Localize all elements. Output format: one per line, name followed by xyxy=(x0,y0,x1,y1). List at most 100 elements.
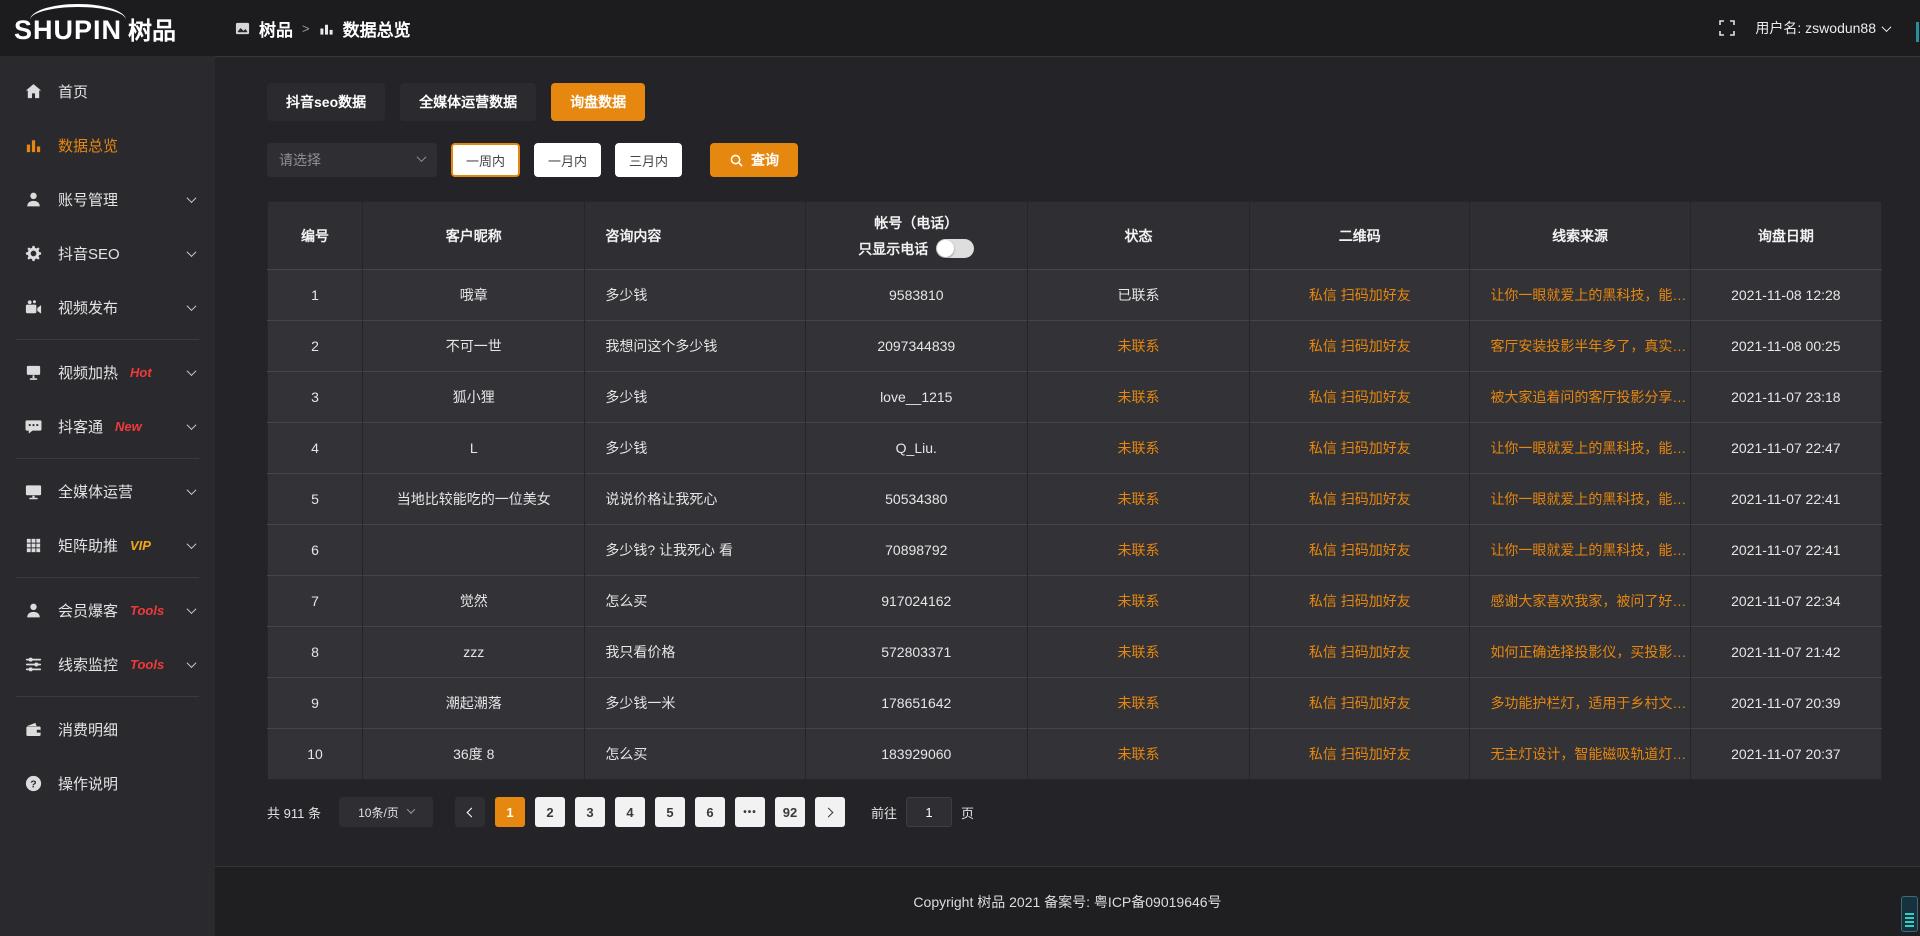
page-number-button[interactable]: 3 xyxy=(575,797,605,827)
cell-source-link[interactable]: 让你一眼就爱上的黑科技，能… xyxy=(1470,270,1690,321)
page-number-button[interactable]: 2 xyxy=(535,797,565,827)
cell-qr-action[interactable]: 私信 扫码加好友 xyxy=(1250,270,1470,321)
sidebar-item-question[interactable]: ? 操作说明 xyxy=(0,756,215,810)
goto-page-input[interactable] xyxy=(906,797,952,827)
cell-qr-action[interactable]: 私信 扫码加好友 xyxy=(1250,423,1470,474)
copyright-text: Copyright 树品 2021 备案号: 粤ICP备09019646号 xyxy=(913,892,1221,912)
scrollbar-thumb[interactable] xyxy=(1916,22,1919,42)
column-header: 编号 xyxy=(268,202,363,270)
tab-active[interactable]: 询盘数据 xyxy=(551,83,645,121)
cell-source-link[interactable]: 多功能护栏灯，适用于乡村文… xyxy=(1470,678,1690,729)
cell-qr-action[interactable]: 私信 扫码加好友 xyxy=(1250,627,1470,678)
sidebar-item-grid[interactable]: 矩阵助推VIP xyxy=(0,518,215,572)
sidebar-divider xyxy=(16,577,199,578)
date-range-group: 一周内一月内三月内 xyxy=(451,143,682,177)
account-select[interactable]: 请选择 xyxy=(267,143,437,177)
cell-date: 2021-11-07 21:42 xyxy=(1690,627,1881,678)
user-icon xyxy=(24,190,43,209)
sidebar-item-video-publish[interactable]: 视频发布 xyxy=(0,280,215,334)
page-ellipsis-button[interactable]: ••• xyxy=(735,797,765,827)
cell-qr-action[interactable]: 私信 扫码加好友 xyxy=(1250,525,1470,576)
cell-qr-action[interactable]: 私信 扫码加好友 xyxy=(1250,321,1470,372)
fullscreen-icon[interactable] xyxy=(1719,20,1735,36)
cell-status: 未联系 xyxy=(1027,474,1249,525)
home-icon xyxy=(24,82,43,101)
cell-account: love__1215 xyxy=(805,372,1027,423)
column-header: 状态 xyxy=(1027,202,1249,270)
range-button[interactable]: 一周内 xyxy=(451,143,520,177)
svg-text:?: ? xyxy=(30,779,36,790)
cell-source-link[interactable]: 如何正确选择投影仪，买投影… xyxy=(1470,627,1690,678)
page-number-button[interactable]: 4 xyxy=(615,797,645,827)
chevron-down-icon xyxy=(187,247,197,257)
page-number-button[interactable]: 1 xyxy=(495,797,525,827)
sidebar-divider xyxy=(16,696,199,697)
sidebar-item-monitor[interactable]: 全媒体运营 xyxy=(0,464,215,518)
cell-no: 1 xyxy=(268,270,363,321)
page-size-select[interactable]: 10条/页 xyxy=(339,797,433,827)
sidebar-badge: New xyxy=(115,419,142,434)
chevron-down-icon xyxy=(187,366,197,376)
sidebar-item-screen-heat[interactable]: 视频加热Hot xyxy=(0,345,215,399)
search-button[interactable]: 查询 xyxy=(710,143,798,177)
cell-source-link[interactable]: 让你一眼就爱上的黑科技，能… xyxy=(1470,423,1690,474)
sidebar-item-sliders[interactable]: 线索监控Tools xyxy=(0,637,215,691)
chevron-right-icon xyxy=(824,807,834,817)
sidebar-item-label: 消费明细 xyxy=(58,719,118,740)
grid-icon xyxy=(24,536,43,555)
app-logo[interactable]: SHUPIN 树品 xyxy=(14,11,176,46)
cell-source-link[interactable]: 让你一眼就爱上的黑科技，能… xyxy=(1470,474,1690,525)
sidebar-item-wallet[interactable]: 消费明细 xyxy=(0,702,215,756)
user-menu[interactable]: 用户名: zswodun88 xyxy=(1755,18,1890,38)
cell-qr-action[interactable]: 私信 扫码加好友 xyxy=(1250,372,1470,423)
sidebar-item-label: 视频加热 xyxy=(58,362,118,383)
cell-qr-action[interactable]: 私信 扫码加好友 xyxy=(1250,729,1470,780)
cell-qr-action[interactable]: 私信 扫码加好友 xyxy=(1250,678,1470,729)
goto-page: 前往 页 xyxy=(871,797,974,827)
tab-inactive[interactable]: 抖音seo数据 xyxy=(267,83,385,121)
sidebar-badge: Tools xyxy=(130,657,164,672)
sidebar-item-member[interactable]: 会员爆客Tools xyxy=(0,583,215,637)
breadcrumb-root[interactable]: 树品 xyxy=(259,16,293,41)
page-number-button[interactable]: 6 xyxy=(695,797,725,827)
sidebar-item-gear[interactable]: 抖音SEO xyxy=(0,226,215,280)
inquiry-table: 编号客户昵称咨询内容帐号（电话）只显示电话状态二维码线索来源询盘日期 1哦章多少… xyxy=(267,201,1882,780)
sidebar-item-label: 操作说明 xyxy=(58,773,118,794)
sidebar-item-chat[interactable]: 抖客通 New xyxy=(0,399,215,453)
bar-chart-breadcrumb-icon xyxy=(319,21,334,36)
sidebar-item-user[interactable]: 账号管理 xyxy=(0,172,215,226)
range-button[interactable]: 一月内 xyxy=(534,143,601,177)
range-button[interactable]: 三月内 xyxy=(615,143,682,177)
tab-inactive[interactable]: 全媒体运营数据 xyxy=(400,83,536,121)
cell-content: 我只看价格 xyxy=(585,627,805,678)
logo-zone: SHUPIN 树品 xyxy=(0,11,215,46)
next-page-button[interactable] xyxy=(815,797,845,827)
page-number-button[interactable]: 5 xyxy=(655,797,685,827)
cell-source-link[interactable]: 无主灯设计，智能磁吸轨道灯… xyxy=(1470,729,1690,780)
cell-content: 怎么买 xyxy=(585,729,805,780)
cell-source-link[interactable]: 让你一眼就爱上的黑科技，能… xyxy=(1470,525,1690,576)
cell-qr-action[interactable]: 私信 扫码加好友 xyxy=(1250,576,1470,627)
table-row: 8zzz我只看价格572803371未联系私信 扫码加好友如何正确选择投影仪，买… xyxy=(268,627,1882,678)
video-publish-icon xyxy=(24,298,43,317)
cell-source-link[interactable]: 感谢大家喜欢我家，被问了好… xyxy=(1470,576,1690,627)
cell-source-link[interactable]: 被大家追着问的客厅投影分享… xyxy=(1470,372,1690,423)
sidebar-item-home[interactable]: 首页 xyxy=(0,64,215,118)
sidebar-item-label: 抖客通 xyxy=(58,416,103,437)
cell-source-link[interactable]: 客厅安装投影半年多了，真实… xyxy=(1470,321,1690,372)
phone-only-toggle[interactable] xyxy=(936,239,974,258)
table-body: 1哦章多少钱9583810已联系私信 扫码加好友让你一眼就爱上的黑科技，能…20… xyxy=(268,270,1882,780)
screen-heat-icon xyxy=(24,363,43,382)
browser-extension-widget[interactable] xyxy=(1901,896,1918,932)
page-number-button[interactable]: 92 xyxy=(775,797,805,827)
cell-no: 5 xyxy=(268,474,363,525)
app-square-icon xyxy=(235,21,250,36)
prev-page-button[interactable] xyxy=(455,797,485,827)
cell-qr-action[interactable]: 私信 扫码加好友 xyxy=(1250,474,1470,525)
member-icon xyxy=(24,601,43,620)
cell-account: Q_Liu. xyxy=(805,423,1027,474)
cell-status: 未联系 xyxy=(1027,729,1249,780)
sidebar-item-bar-chart[interactable]: 数据总览 xyxy=(0,118,215,172)
cell-no: 4 xyxy=(268,423,363,474)
topbar-right: 用户名: zswodun88 xyxy=(1719,18,1920,38)
